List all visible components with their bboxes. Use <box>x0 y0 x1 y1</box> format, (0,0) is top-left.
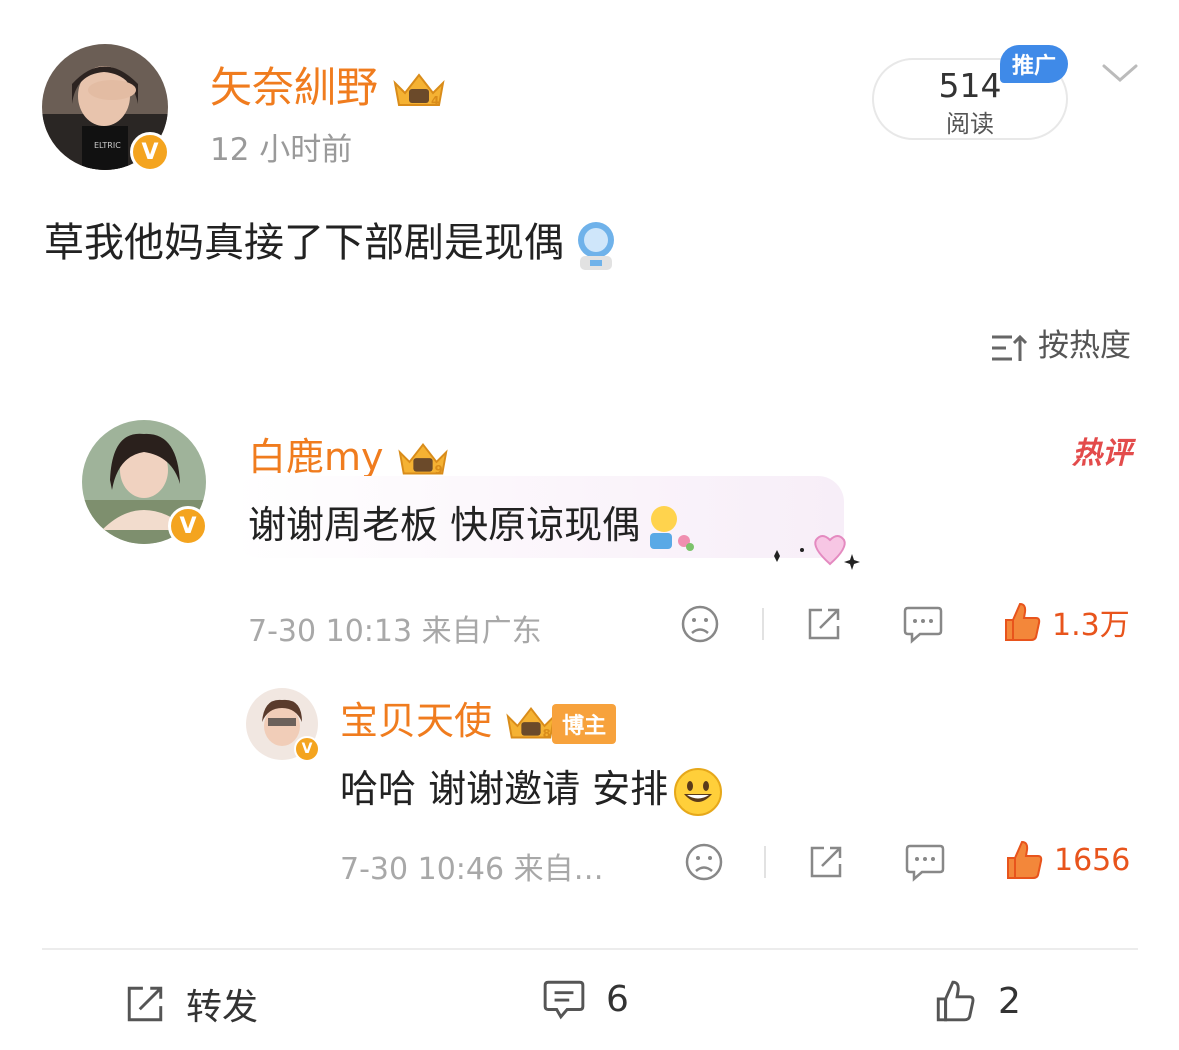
like-count: 1656 <box>1054 842 1131 878</box>
comment-meta: 7-30 10:13 来自广东 <box>248 614 542 649</box>
svg-text:4: 4 <box>431 94 439 108</box>
commenter-name-row: 白鹿my 9 <box>248 426 450 481</box>
verified-badge-icon: V <box>130 132 170 172</box>
reply-icon[interactable] <box>904 842 946 882</box>
share-icon[interactable] <box>804 604 844 644</box>
vip-crown-icon: 9 <box>397 442 448 476</box>
comment-button[interactable]: 6 <box>542 978 629 1020</box>
reply-meta: 7-30 10:46 来自… <box>340 852 604 887</box>
weibo-post-screen: ELTRIC V 矢奈紃野 4 12 小时前 514 阅读 推广 草我他妈真接了… <box>0 0 1179 1050</box>
promote-badge[interactable]: 推广 <box>1000 45 1068 83</box>
like-count: 1.3万 <box>1052 608 1130 643</box>
action-separator <box>764 846 766 878</box>
action-separator <box>762 608 764 640</box>
svg-text:9: 9 <box>434 462 442 476</box>
dislike-icon[interactable] <box>680 604 720 644</box>
commenter-name[interactable]: 白鹿my <box>248 435 384 479</box>
thumbs-up-icon <box>1005 602 1041 641</box>
watering-emoji-icon <box>650 505 695 551</box>
thumbs-up-icon <box>1007 840 1043 879</box>
repost-button[interactable]: 转发 <box>124 978 258 1030</box>
share-icon[interactable] <box>806 842 846 882</box>
comment-text-row: 谢谢周老板 快原谅现偶 <box>248 494 696 553</box>
post-time: 12 小时前 <box>210 132 353 168</box>
post-text-row: 草我他妈真接了下部剧是现偶 <box>44 210 624 272</box>
vip-crown-icon: 4 <box>393 72 445 108</box>
author-name[interactable]: 矢奈紃野 <box>210 63 378 112</box>
reply-icon[interactable] <box>902 604 944 644</box>
right-edge-mask <box>1138 0 1179 1050</box>
comment-count: 6 <box>606 978 629 1020</box>
dislike-icon[interactable] <box>684 842 724 882</box>
views-label: 阅读 <box>946 110 994 138</box>
sort-label: 按热度 <box>1038 328 1131 364</box>
comment-text: 谢谢周老板 快原谅现偶 <box>248 503 641 547</box>
like-button[interactable]: 1656 <box>1004 838 1130 882</box>
svg-text:ELTRIC: ELTRIC <box>94 141 121 150</box>
sort-by-hot-button[interactable]: 按热度 <box>990 320 1131 365</box>
heart-sticker-icon <box>774 535 860 570</box>
post-like-count: 2 <box>998 980 1021 1022</box>
svg-text:8: 8 <box>543 726 551 740</box>
astronaut-emoji-icon <box>578 222 614 270</box>
smile-emoji-icon <box>674 767 723 816</box>
reply-text: 哈哈 谢谢邀请 安排 <box>340 767 669 811</box>
bottom-divider <box>42 948 1138 950</box>
chevron-down-icon[interactable] <box>1100 58 1140 88</box>
verified-badge-icon: V <box>168 506 208 546</box>
comment-icon <box>543 980 585 1020</box>
reply-author-avatar[interactable]: V <box>246 688 320 762</box>
blogger-tag: 博主 <box>552 703 617 744</box>
reply-author-name[interactable]: 宝贝天使 <box>340 699 492 743</box>
author-avatar[interactable]: ELTRIC V <box>42 44 170 172</box>
author-name-row: 矢奈紃野 4 <box>210 54 447 115</box>
thumbs-up-outline-icon <box>936 980 975 1022</box>
sort-icon <box>992 334 1028 361</box>
like-button[interactable]: 1.3万 <box>1002 600 1130 644</box>
like-post-button[interactable]: 2 <box>932 978 1021 1024</box>
reply-text-row: 哈哈 谢谢邀请 安排 <box>340 758 724 818</box>
vip-crown-icon: 8 <box>506 706 556 740</box>
post-text: 草我他妈真接了下部剧是现偶 <box>44 220 564 266</box>
reply-author-row: 宝贝天使 8 博主 <box>340 690 617 745</box>
hot-comment-tag: 热评 <box>1072 436 1132 471</box>
commenter-avatar[interactable]: V <box>82 420 208 546</box>
repost-label: 转发 <box>186 987 259 1028</box>
verified-badge-icon: V <box>294 736 320 762</box>
repost-icon <box>127 986 163 1022</box>
